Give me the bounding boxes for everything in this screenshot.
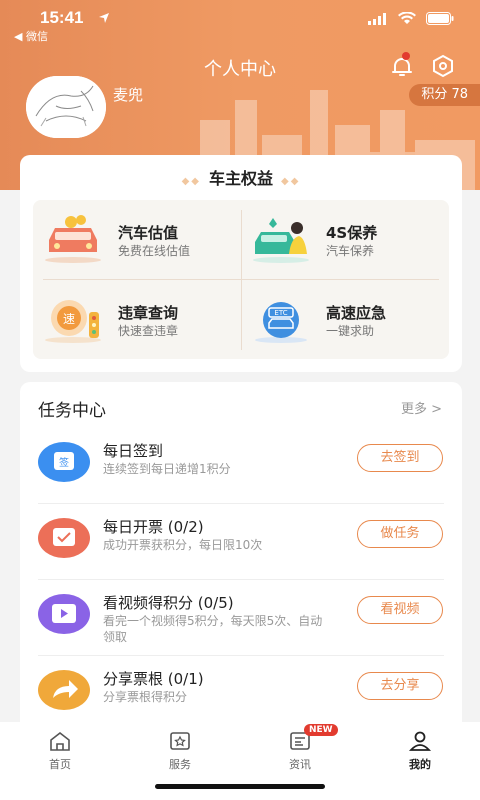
benefit-title: 高速应急 bbox=[326, 304, 387, 322]
wifi-icon bbox=[398, 12, 416, 24]
benefit-4s-maintenance[interactable]: 4S保养 汽车保养 bbox=[241, 200, 449, 279]
task-name: 分享票根 (0/1) bbox=[103, 670, 204, 688]
avatar[interactable] bbox=[26, 76, 106, 138]
benefit-subtitle: 免费在线估值 bbox=[118, 244, 191, 258]
home-icon bbox=[50, 731, 70, 751]
tab-home[interactable]: 首页 bbox=[0, 730, 120, 772]
task-description: 连续签到每日递增1积分 bbox=[103, 462, 231, 476]
username: 麦兜 bbox=[113, 86, 144, 104]
task-description: 分享票根得积分 bbox=[103, 690, 188, 704]
task-center-card: 任务中心 更多 > 签 每日签到 连续签到每日递增1积分 去签到 每日开票 (0… bbox=[20, 382, 462, 742]
tab-label: 首页 bbox=[49, 758, 71, 771]
task-row-share-ticket: 分享票根 (0/1) 分享票根得积分 去分享 bbox=[38, 656, 444, 732]
benefit-title: 汽车估值 bbox=[118, 224, 179, 242]
task-description: 成功开票获积分，每日限10次 bbox=[103, 538, 263, 552]
clock: 15:41 bbox=[40, 8, 84, 27]
svg-text:速: 速 bbox=[63, 312, 75, 326]
benefits-title: 车主权益 bbox=[208, 169, 273, 188]
svg-text:签: 签 bbox=[59, 456, 69, 469]
benefit-subtitle: 一键求助 bbox=[326, 324, 375, 338]
benefit-highway-emergency[interactable]: ETC 高速应急 一键求助 bbox=[241, 280, 449, 359]
svg-text:ETC: ETC bbox=[274, 309, 287, 317]
benefit-subtitle: 快速查违章 bbox=[118, 324, 179, 338]
signal-icon bbox=[368, 12, 386, 25]
video-icon bbox=[38, 594, 90, 634]
back-to-wechat-link[interactable]: ◀ 微信 bbox=[14, 28, 48, 44]
tab-label: 我的 bbox=[409, 758, 431, 771]
benefit-subtitle: 汽车保养 bbox=[326, 244, 375, 258]
tab-label: 服务 bbox=[169, 758, 191, 771]
home-indicator[interactable] bbox=[155, 784, 325, 789]
task-name: 每日签到 bbox=[103, 442, 164, 460]
more-link[interactable]: 更多 > bbox=[401, 398, 442, 417]
benefits-grid: 汽车估值 免费在线估值 4S保养 汽车保养 速 违章查询 快速查违章 ETC 高… bbox=[33, 200, 449, 359]
decor-dots-right: ◆◆ bbox=[281, 176, 301, 187]
benefit-violation-query[interactable]: 速 违章查询 快速查违章 bbox=[33, 280, 241, 359]
notification-dot bbox=[402, 52, 410, 60]
task-center-title: 任务中心 bbox=[38, 401, 106, 421]
invoice-icon bbox=[38, 518, 90, 558]
battery-icon bbox=[426, 12, 454, 25]
benefit-title: 违章查询 bbox=[118, 304, 179, 322]
etc-highway-icon: ETC bbox=[255, 302, 307, 343]
owner-benefits-card: ◆◆ 车主权益 ◆◆ 汽车估值 免费在线估值 4S保养 汽车保养 速 违章查询 … bbox=[20, 155, 462, 372]
car-maintenance-icon bbox=[253, 218, 309, 263]
task-name: 每日开票 (0/2) bbox=[103, 518, 204, 536]
task-row-daily-checkin: 签 每日签到 连续签到每日递增1积分 去签到 bbox=[38, 428, 444, 504]
task-row-watch-video: 看视频得积分 (0/5) 看完一个视频得5积分，每天限5次、自动领取 看视频 bbox=[38, 580, 444, 656]
horse-sketch-avatar-image bbox=[26, 76, 106, 138]
violation-query-icon: 速 bbox=[45, 300, 101, 343]
watch-video-button[interactable]: 看视频 bbox=[357, 596, 443, 624]
tab-news[interactable]: NEW 资讯 bbox=[240, 724, 360, 772]
tab-service[interactable]: 服务 bbox=[120, 730, 240, 772]
points-badge[interactable]: 积分 78 bbox=[409, 84, 480, 106]
benefit-title: 4S保养 bbox=[326, 224, 378, 242]
new-badge: NEW bbox=[304, 724, 338, 736]
profile-icon bbox=[408, 731, 432, 751]
settings-gear-icon[interactable] bbox=[431, 54, 455, 78]
service-icon bbox=[170, 732, 190, 750]
do-task-button[interactable]: 做任务 bbox=[357, 520, 443, 548]
task-row-daily-invoice: 每日开票 (0/2) 成功开票获积分，每日限10次 做任务 bbox=[38, 504, 444, 580]
share-button[interactable]: 去分享 bbox=[357, 672, 443, 700]
car-valuation-icon bbox=[45, 215, 101, 263]
task-name: 看视频得积分 (0/5) bbox=[103, 594, 234, 612]
tab-label: 资讯 bbox=[289, 758, 311, 771]
status-bar: 15:41 ◀ 微信 bbox=[0, 0, 480, 46]
calendar-sign-icon: 签 bbox=[38, 442, 90, 482]
location-arrow-icon bbox=[99, 13, 109, 23]
tab-mine[interactable]: 我的 bbox=[360, 730, 480, 772]
sign-in-button[interactable]: 去签到 bbox=[357, 444, 443, 472]
task-description: 看完一个视频得5积分，每天限5次、自动领取 bbox=[103, 614, 323, 644]
benefit-car-valuation[interactable]: 汽车估值 免费在线估值 bbox=[33, 200, 241, 279]
share-icon bbox=[38, 670, 90, 710]
benefits-heading: ◆◆ 车主权益 ◆◆ bbox=[20, 165, 462, 189]
decor-dots-left: ◆◆ bbox=[181, 176, 201, 187]
